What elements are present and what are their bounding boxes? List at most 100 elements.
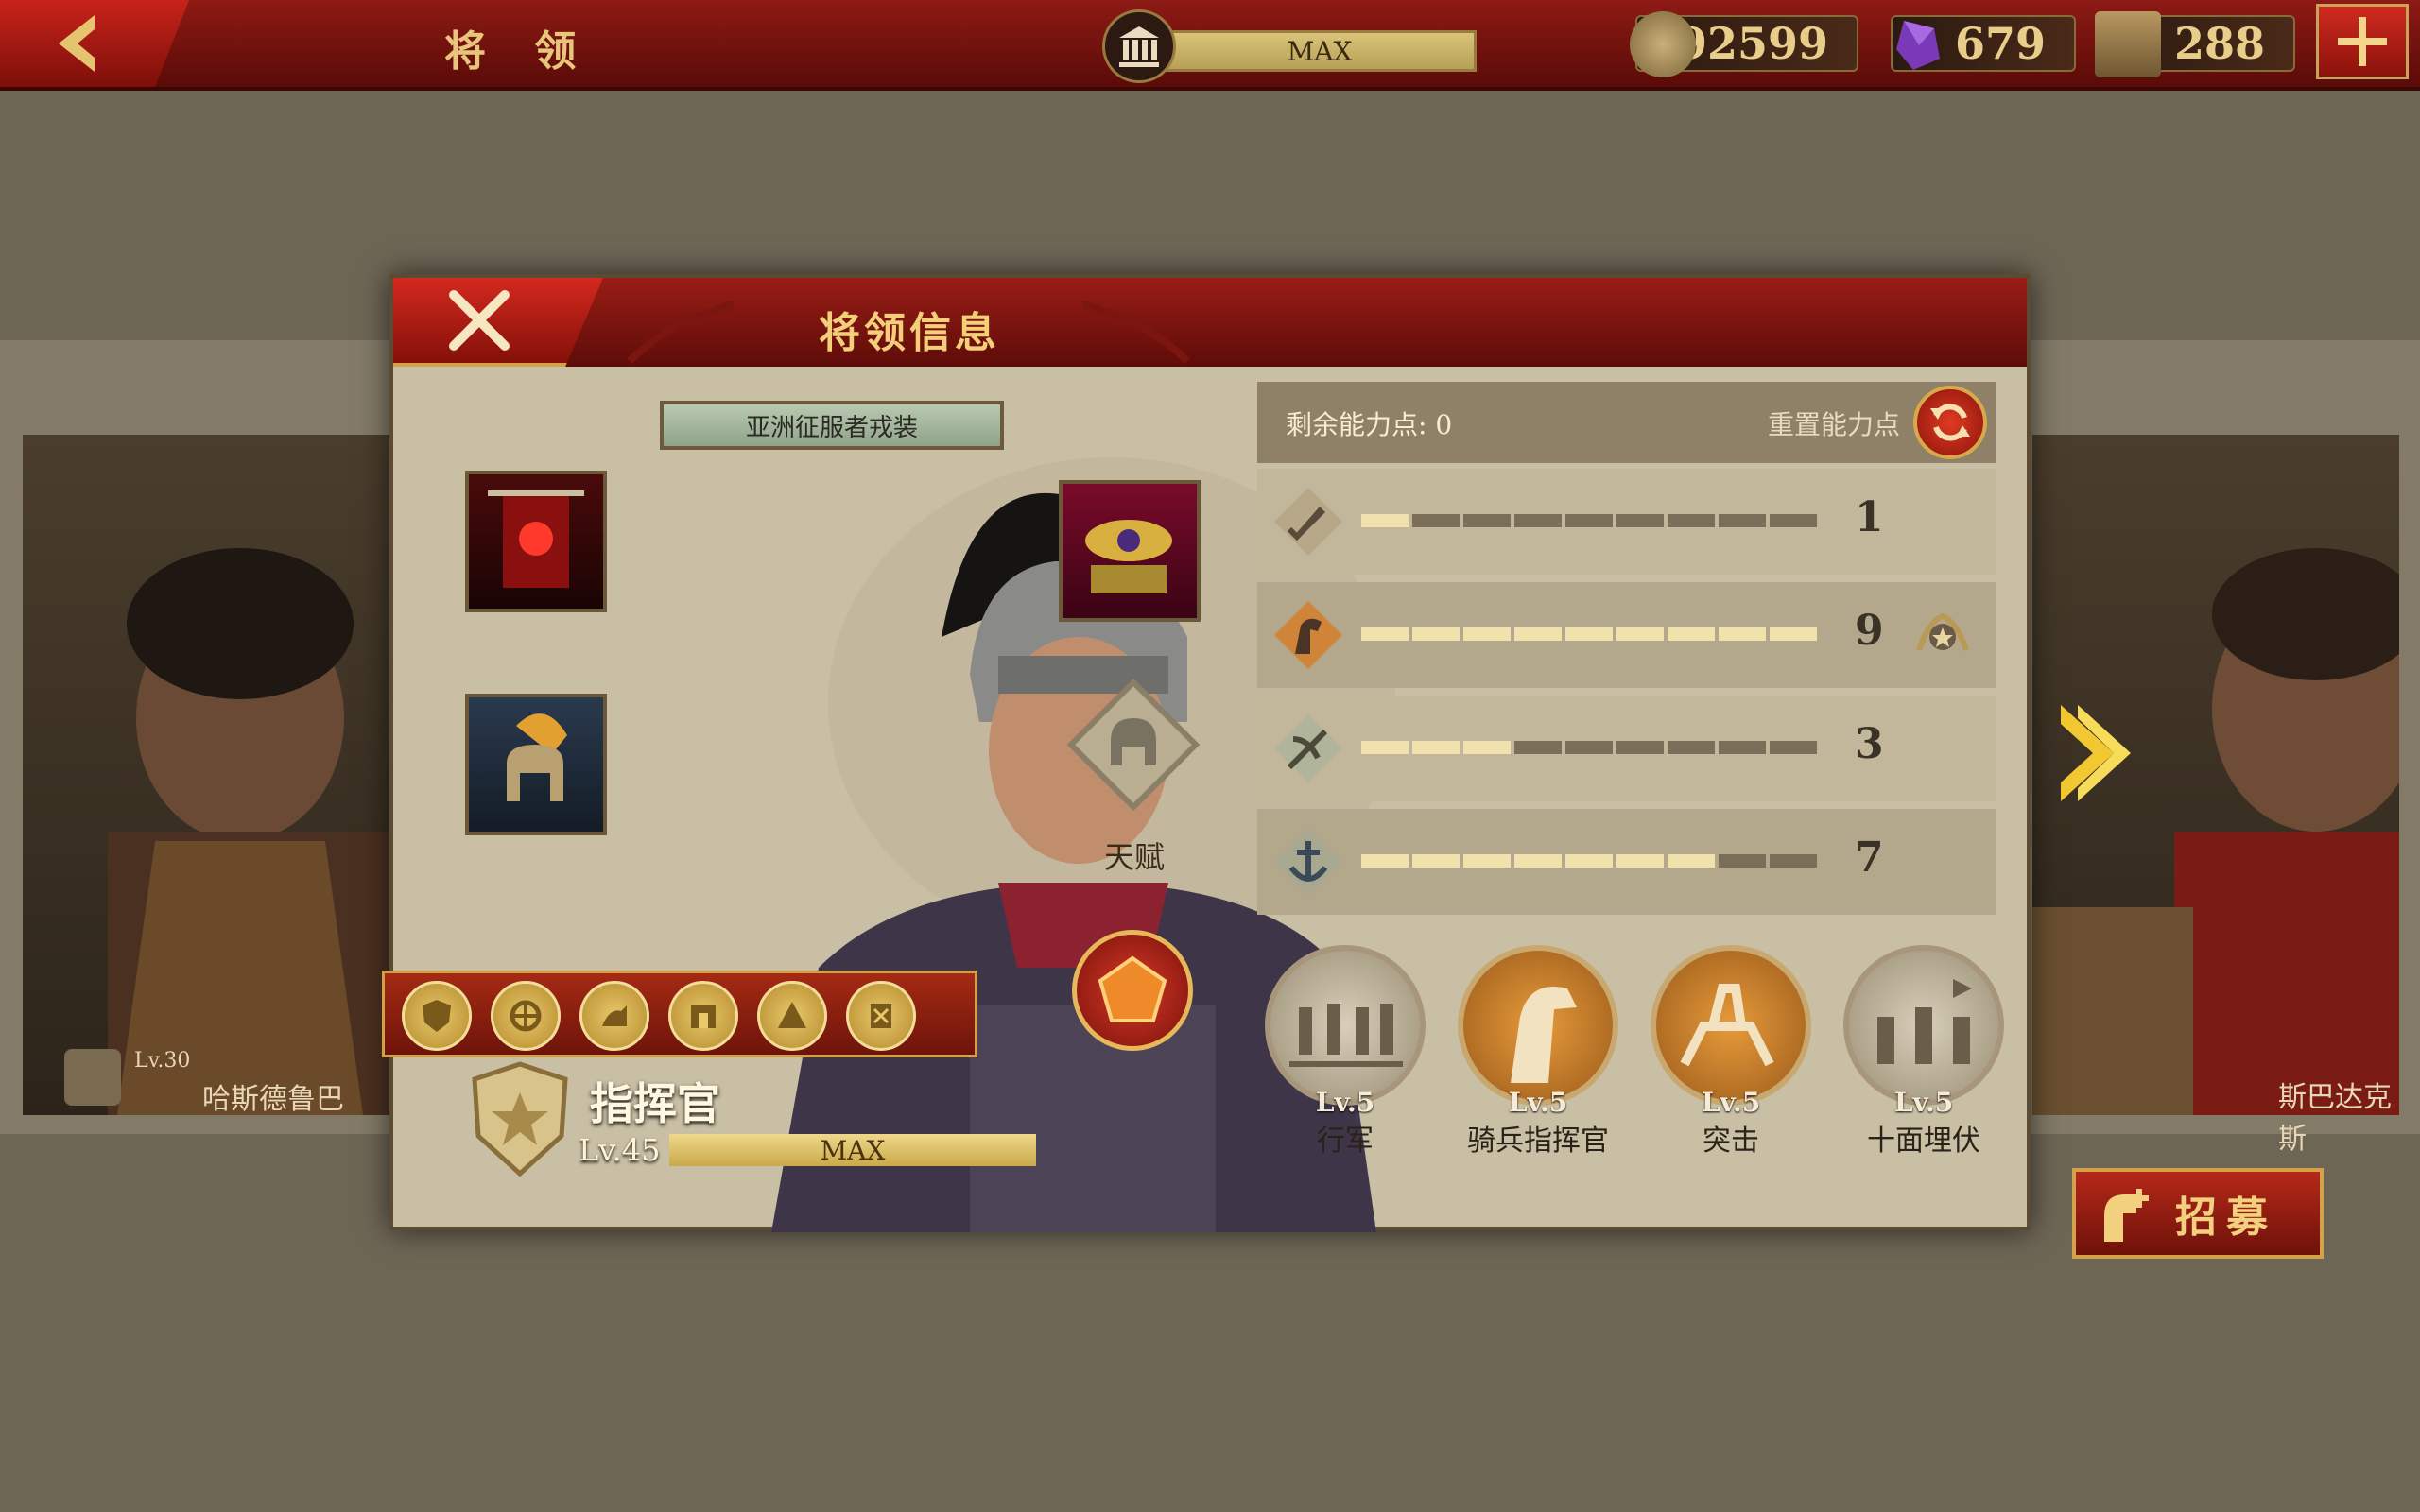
charging-rider-icon	[1680, 984, 1774, 1067]
xp-bar-label: MAX	[820, 1134, 886, 1166]
stat-segment	[1412, 627, 1460, 641]
war-banner-icon	[488, 490, 584, 588]
remaining-points: 剩余能力点: 0	[1286, 409, 1453, 440]
stat-segment	[1770, 741, 1817, 754]
close-icon	[449, 290, 510, 351]
skill-cavalry-commander-level: Lv.5	[1508, 1087, 1568, 1118]
skill-cavalry-commander-name: 骑兵指挥官	[1467, 1125, 1609, 1158]
pentagon-gem-icon	[1098, 955, 1167, 1022]
stat-row-cavalry: 9	[1257, 582, 1996, 688]
modal-header: 将领信息	[393, 278, 2027, 367]
stat-segment	[1668, 514, 1715, 527]
stat-segment	[1565, 854, 1613, 868]
medal-row	[382, 971, 977, 1057]
next-general-arrow[interactable]	[2057, 701, 2133, 805]
gem-socket-button[interactable]	[1072, 930, 1193, 1051]
stat-segment	[1412, 854, 1460, 868]
stat-segment	[1361, 627, 1409, 641]
token-counter: 288	[2095, 11, 2295, 77]
equipment-slot-relic[interactable]	[1059, 480, 1201, 622]
stat-segment	[1514, 741, 1562, 754]
stat-segment	[1514, 627, 1562, 641]
stat-row-archer: 3	[1257, 696, 1996, 801]
gate-medal-icon[interactable]	[668, 981, 738, 1051]
cavalry-stat-value: 9	[1855, 607, 1884, 655]
stat-segment	[1616, 854, 1664, 868]
archer-stat-value: 3	[1855, 720, 1884, 768]
back-arrow-icon	[59, 15, 95, 72]
stat-segment	[1770, 854, 1817, 868]
rider-medal-icon[interactable]	[579, 981, 649, 1051]
navy-stat-value: 7	[1855, 833, 1884, 882]
anchor-icon	[1274, 828, 1342, 896]
left-general-level: Lv.30	[134, 1049, 191, 1073]
close-button[interactable]	[393, 278, 603, 367]
camp-medal-icon[interactable]	[757, 981, 827, 1051]
stat-segment	[1719, 854, 1766, 868]
archer-stat-bar	[1361, 696, 1817, 801]
rank-shield-icon	[64, 1049, 121, 1106]
sword-icon	[1274, 488, 1342, 556]
shield-medal-icon[interactable]	[402, 981, 472, 1051]
skill-ambush-level: Lv.5	[1893, 1087, 1954, 1118]
stat-segment	[1770, 627, 1817, 641]
stat-segment	[1668, 854, 1715, 868]
stat-segment	[1770, 514, 1817, 527]
plus-icon	[2338, 17, 2387, 66]
golden-eye-icon	[1085, 520, 1172, 593]
government-level-indicator[interactable]: MAX	[1102, 9, 1477, 83]
stat-segment	[1463, 741, 1511, 754]
left-general-name: 哈斯德鲁巴	[202, 1083, 344, 1116]
back-button[interactable]	[0, 0, 189, 87]
recruit-label: 招募	[2175, 1194, 2277, 1242]
ability-points-header: 剩余能力点: 0 重置能力点	[1257, 382, 1996, 463]
cavalry-stat-bar	[1361, 582, 1817, 688]
skill-march[interactable]	[1265, 945, 1426, 1106]
left-general-portrait	[108, 548, 391, 1115]
skill-march-level: Lv.5	[1315, 1087, 1375, 1118]
rank-title: 指挥官	[590, 1078, 720, 1129]
horse-head-icon	[1511, 987, 1577, 1083]
stat-segment	[1514, 854, 1562, 868]
skill-charge-level: Lv.5	[1701, 1087, 1761, 1118]
stat-segment	[1412, 741, 1460, 754]
equipment-slot-banner[interactable]	[465, 471, 607, 612]
stat-segment	[1719, 741, 1766, 754]
outfit-name-plate[interactable]: 亚洲征服者戎装	[660, 401, 1004, 450]
laurel-left-icon	[627, 301, 735, 364]
stat-segment	[1463, 627, 1511, 641]
stat-segment	[1668, 627, 1715, 641]
stat-segment	[1719, 627, 1766, 641]
temple-icon	[1102, 9, 1176, 83]
stat-segment	[1616, 741, 1664, 754]
add-resources-button[interactable]	[2316, 4, 2409, 79]
crossbow-icon	[1274, 714, 1342, 782]
stat-segment	[1565, 741, 1613, 754]
wheel-medal-icon[interactable]	[491, 981, 561, 1051]
outfit-name: 亚洲征服者戎装	[745, 413, 918, 442]
reset-points-button[interactable]	[1913, 386, 1987, 459]
chevron-right-icon	[2061, 705, 2131, 801]
government-level-label: MAX	[1166, 33, 1474, 69]
general-level: Lv.45	[579, 1132, 661, 1168]
infantry-stat-bar	[1361, 469, 1817, 575]
equipment-slot-helmet[interactable]	[465, 694, 607, 835]
banner-medal-icon[interactable]	[846, 981, 916, 1051]
token-amount: 288	[2173, 18, 2265, 69]
government-level-bar: MAX	[1163, 30, 1477, 72]
page-title: 将 领	[444, 27, 594, 76]
xp-bar: MAX	[669, 1134, 1036, 1166]
skill-charge[interactable]	[1651, 945, 1811, 1106]
stat-segment	[1616, 514, 1664, 527]
skill-ambush[interactable]	[1843, 945, 2004, 1106]
laurel-star-emblem-icon	[1916, 612, 1969, 651]
stat-segment	[1463, 854, 1511, 868]
recruit-button[interactable]: 招募	[2072, 1168, 2324, 1259]
stat-segment	[1361, 854, 1409, 868]
coin-counter: 992599	[1630, 11, 1858, 77]
ambush-troops-icon	[1877, 979, 1972, 1064]
left-general-card[interactable]: Lv.30 哈斯德鲁巴	[23, 435, 410, 1116]
gem-amount: 679	[1954, 18, 2046, 69]
talent-button[interactable]	[1066, 678, 1201, 812]
skill-cavalry-commander[interactable]	[1458, 945, 1618, 1106]
